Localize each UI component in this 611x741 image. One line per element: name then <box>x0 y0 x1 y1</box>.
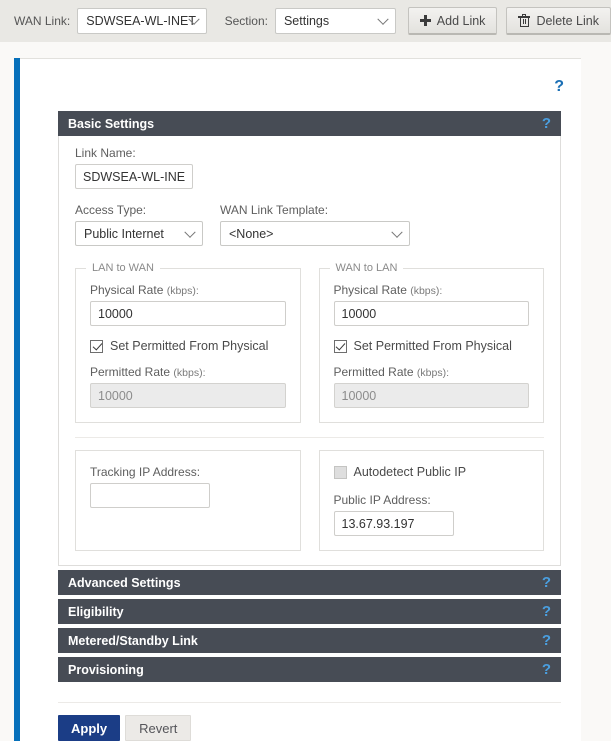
accordion-title-metered-standby-link: Metered/Standby Link <box>68 633 198 648</box>
delete-link-label: Delete Link <box>536 13 599 28</box>
wan-to-lan-physical-rate-unit: (kbps): <box>410 285 443 297</box>
trash-icon <box>518 14 531 27</box>
wan-link-template-label: WAN Link Template: <box>220 203 329 217</box>
lan-to-wan-physical-rate-input[interactable] <box>90 301 286 326</box>
wan-link-select[interactable]: SDWSEA-WL-INET <box>77 8 208 34</box>
link-name-input[interactable] <box>75 164 193 189</box>
chevron-down-icon <box>377 13 389 25</box>
lan-to-wan-set-permitted-checkbox[interactable] <box>90 339 103 353</box>
accordion-header-basic-settings[interactable]: Basic Settings ? <box>58 111 561 136</box>
plus-icon <box>419 15 431 26</box>
chevron-down-icon <box>391 226 403 238</box>
accordion-title-provisioning: Provisioning <box>68 662 144 677</box>
autodetect-public-ip-checkbox <box>333 465 347 479</box>
apply-button[interactable]: Apply <box>58 715 121 741</box>
autodetect-public-ip-label: Autodetect Public IP <box>353 465 467 479</box>
revert-button[interactable]: Revert <box>125 715 192 741</box>
section-label: Section: <box>224 14 268 28</box>
ip-fieldsets-row: Tracking IP Address: Autodetect Public I… <box>75 450 544 551</box>
section-select-value: Settings <box>283 14 330 28</box>
lan-to-wan-set-permitted-label: Set Permitted From Physical <box>110 339 269 353</box>
chevron-down-icon <box>184 226 196 238</box>
access-type-row: Access Type: Public Internet WAN Link Te… <box>75 203 544 246</box>
lan-to-wan-physical-rate-label-text: Physical Rate <box>90 283 164 297</box>
public-ip-fieldset: Autodetect Public IP Public IP Address: <box>318 450 544 551</box>
access-type-select[interactable]: Public Internet <box>75 221 203 246</box>
tracking-ip-fieldset: Tracking IP Address: <box>75 450 301 551</box>
footer-divider <box>58 702 561 703</box>
help-icon-basic-settings[interactable]: ? <box>542 116 551 131</box>
accordion-header-eligibility[interactable]: Eligibility ? <box>58 599 561 624</box>
wan-link-template-field-group: WAN Link Template: <None> <box>220 203 544 246</box>
help-icon-provisioning[interactable]: ? <box>542 662 551 677</box>
access-type-label: Access Type: <box>75 203 147 217</box>
settings-accordion: Basic Settings ? Link Name: Access Type:… <box>58 111 561 682</box>
autodetect-public-ip-row: Autodetect Public IP <box>333 465 530 479</box>
link-name-label: Link Name: <box>75 146 136 160</box>
accordion-title-eligibility: Eligibility <box>68 604 124 619</box>
link-name-field-group: Link Name: <box>75 146 544 189</box>
wan-link-template-select-value: <None> <box>229 226 274 241</box>
wan-to-lan-set-permitted-label: Set Permitted From Physical <box>353 339 512 353</box>
wan-link-label: WAN Link: <box>14 14 71 28</box>
wan-to-lan-permitted-rate-label: Permitted Rate (kbps): <box>334 365 530 379</box>
page-body: ? Basic Settings ? Link Name: Access Typ… <box>0 42 611 741</box>
top-toolbar: WAN Link: SDWSEA-WL-INET Section: Settin… <box>0 0 611 42</box>
section-select[interactable]: Settings <box>274 8 396 34</box>
page-help-icon[interactable]: ? <box>554 79 564 95</box>
add-link-button[interactable]: Add Link <box>407 7 498 35</box>
accordion-header-provisioning[interactable]: Provisioning ? <box>58 657 561 682</box>
wan-link-template-select[interactable]: <None> <box>220 221 410 246</box>
tracking-ip-label: Tracking IP Address: <box>90 465 201 479</box>
accordion-title-advanced-settings: Advanced Settings <box>68 575 181 590</box>
section-divider <box>75 437 544 438</box>
wan-to-lan-set-permitted-row[interactable]: Set Permitted From Physical <box>333 339 530 353</box>
wan-to-lan-physical-rate-label-text: Physical Rate <box>333 283 407 297</box>
wan-to-lan-set-permitted-checkbox[interactable] <box>333 339 347 353</box>
accordion-body-basic-settings: Link Name: Access Type: Public Internet … <box>58 136 561 566</box>
content-card: ? Basic Settings ? Link Name: Access Typ… <box>20 58 581 741</box>
help-icon-metered-standby-link[interactable]: ? <box>542 633 551 648</box>
wan-to-lan-permitted-rate-input <box>333 383 529 408</box>
accordion-header-metered-standby-link[interactable]: Metered/Standby Link ? <box>58 628 561 653</box>
footer-button-group: Apply Revert <box>58 715 561 741</box>
wan-to-lan-permitted-rate-unit: (kbps): <box>416 367 449 379</box>
lan-to-wan-set-permitted-row[interactable]: Set Permitted From Physical <box>90 339 286 353</box>
lan-to-wan-physical-rate-unit: (kbps): <box>166 285 199 297</box>
accordion-header-advanced-settings[interactable]: Advanced Settings ? <box>58 570 561 595</box>
lan-to-wan-permitted-rate-label-text: Permitted Rate <box>90 365 171 379</box>
lan-to-wan-permitted-rate-unit: (kbps): <box>173 367 206 379</box>
lan-to-wan-permitted-rate-input <box>90 383 286 408</box>
wan-to-lan-permitted-rate-label-text: Permitted Rate <box>333 365 414 379</box>
form-footer: Apply Revert <box>58 702 561 741</box>
help-icon-advanced-settings[interactable]: ? <box>542 575 551 590</box>
lan-to-wan-permitted-rate-label: Permitted Rate (kbps): <box>90 365 286 379</box>
wan-link-select-value: SDWSEA-WL-INET <box>86 14 196 28</box>
rate-fieldsets-row: LAN to WAN Physical Rate (kbps): Set Per… <box>75 262 544 423</box>
access-type-field-group: Access Type: Public Internet <box>75 203 220 246</box>
public-ip-label: Public IP Address: <box>333 493 431 507</box>
wan-to-lan-physical-rate-input[interactable] <box>333 301 529 326</box>
wan-to-lan-physical-rate-label: Physical Rate (kbps): <box>334 283 530 297</box>
delete-link-button[interactable]: Delete Link <box>506 7 611 35</box>
wan-to-lan-legend: WAN to LAN <box>329 262 404 274</box>
help-icon-eligibility[interactable]: ? <box>542 604 551 619</box>
public-ip-input[interactable] <box>333 511 454 536</box>
lan-to-wan-legend: LAN to WAN <box>86 262 160 274</box>
accordion-title-basic-settings: Basic Settings <box>68 116 155 131</box>
wan-to-lan-fieldset: WAN to LAN Physical Rate (kbps): Set Per… <box>318 262 544 423</box>
lan-to-wan-physical-rate-label: Physical Rate (kbps): <box>90 283 286 297</box>
lan-to-wan-fieldset: LAN to WAN Physical Rate (kbps): Set Per… <box>75 262 301 423</box>
add-link-label: Add Link <box>436 13 486 28</box>
access-type-select-value: Public Internet <box>84 226 164 241</box>
tracking-ip-input[interactable] <box>90 483 210 508</box>
